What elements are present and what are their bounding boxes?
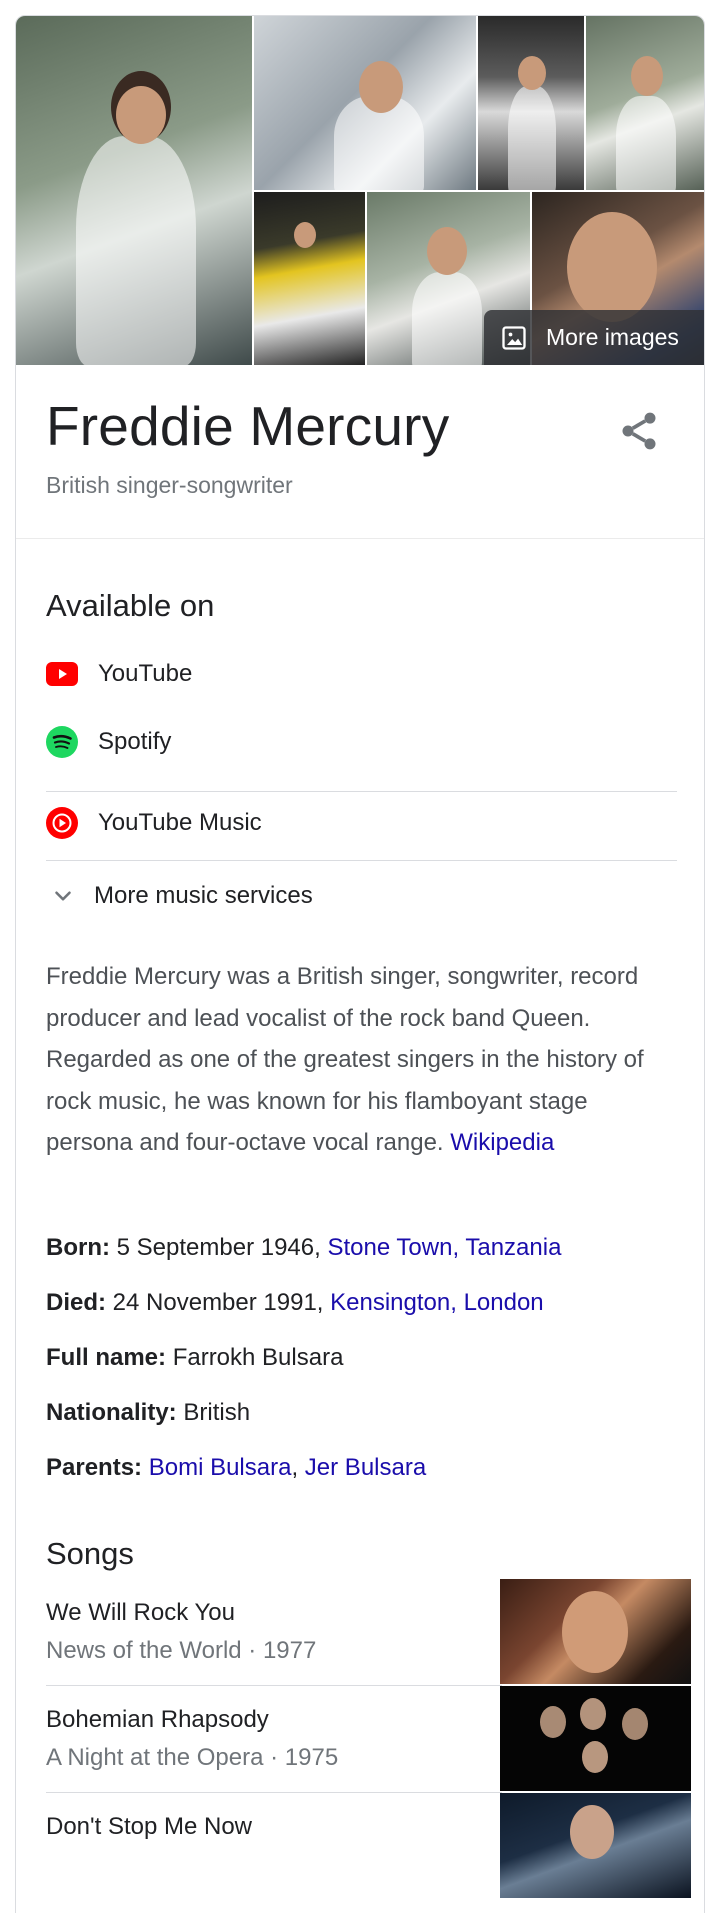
- fact-nationality: Nationality: British: [46, 1399, 250, 1427]
- image-icon: [502, 325, 526, 350]
- fact-born-label: Born:: [46, 1234, 110, 1261]
- song-thumbnail: [500, 1579, 691, 1684]
- fact-died-label: Died:: [46, 1289, 106, 1316]
- image-thumbnail-5[interactable]: [254, 192, 365, 365]
- entity-subtitle: British singer-songwriter: [46, 472, 293, 498]
- fact-died: Died: 24 November 1991, Kensington, Lond…: [46, 1289, 544, 1317]
- fact-parents: Parents: Bomi Bulsara, Jer Bulsara: [46, 1454, 427, 1481]
- fact-full-name-label: Full name:: [46, 1344, 167, 1371]
- youtube-icon: [46, 658, 78, 690]
- service-youtube-music-label: YouTube Music: [98, 809, 262, 836]
- more-images-label: More images: [546, 324, 679, 350]
- description-text: Freddie Mercury was a British singer, so…: [46, 963, 644, 1156]
- entity-description: Freddie Mercury was a British singer, so…: [46, 956, 666, 1164]
- share-icon[interactable]: [617, 409, 661, 453]
- fact-parents-label: Parents:: [46, 1454, 143, 1481]
- song-subtitle: A Night at the Opera · 1975: [46, 1744, 339, 1771]
- more-music-services-label: More music services: [94, 882, 313, 909]
- fact-nationality-label: Nationality:: [46, 1399, 177, 1426]
- wikipedia-link[interactable]: Wikipedia: [450, 1129, 554, 1156]
- song-thumbnail: [500, 1793, 691, 1898]
- image-thumbnail-3[interactable]: [478, 16, 584, 190]
- services-divider-2: [46, 860, 677, 861]
- parent-link-1[interactable]: Bomi Bulsara: [149, 1454, 292, 1481]
- service-spotify-label: Spotify: [98, 728, 172, 755]
- more-images-button[interactable]: More images: [484, 310, 704, 365]
- spotify-icon: [46, 726, 78, 758]
- available-on-heading: Available on: [46, 588, 215, 623]
- song-item[interactable]: We Will Rock You News of the World · 197…: [46, 1579, 691, 1686]
- image-thumbnail-1[interactable]: [16, 16, 252, 365]
- service-youtube-label: YouTube: [98, 660, 193, 687]
- image-thumbnail-2[interactable]: [254, 16, 476, 190]
- song-title: Don't Stop Me Now: [46, 1813, 253, 1840]
- service-youtube-music[interactable]: YouTube Music: [46, 793, 677, 853]
- image-collage: More images: [16, 16, 704, 365]
- fact-full-name-value: Farrokh Bulsara: [172, 1344, 344, 1371]
- more-music-services-button[interactable]: More music services: [46, 872, 313, 920]
- song-item[interactable]: Bohemian Rhapsody A Night at the Opera ·…: [46, 1686, 691, 1793]
- songs-heading: Songs: [46, 1536, 134, 1571]
- service-spotify[interactable]: Spotify: [46, 712, 677, 772]
- entity-title: Freddie Mercury: [46, 395, 450, 457]
- service-youtube[interactable]: YouTube: [46, 644, 677, 704]
- title-divider: [16, 538, 704, 539]
- fact-nationality-value: British: [183, 1399, 251, 1426]
- song-thumbnail: [500, 1686, 691, 1791]
- fact-died-place-link[interactable]: Kensington, London: [330, 1289, 544, 1316]
- song-title: Bohemian Rhapsody: [46, 1706, 269, 1733]
- fact-born-date: 5 September 1946,: [116, 1234, 321, 1261]
- image-thumbnail-4[interactable]: [586, 16, 704, 190]
- parent-link-2[interactable]: Jer Bulsara: [305, 1454, 426, 1481]
- youtube-music-icon: [46, 807, 78, 839]
- song-title: We Will Rock You: [46, 1599, 235, 1626]
- fact-born: Born: 5 September 1946, Stone Town, Tanz…: [46, 1234, 561, 1262]
- song-item[interactable]: Don't Stop Me Now: [46, 1793, 691, 1900]
- chevron-down-icon: [55, 891, 71, 901]
- fact-died-date: 24 November 1991,: [112, 1289, 324, 1316]
- fact-full-name: Full name: Farrokh Bulsara: [46, 1344, 343, 1372]
- knowledge-panel: More images Freddie Mercury British sing…: [15, 15, 705, 1913]
- services-divider: [46, 791, 677, 792]
- fact-born-place-link[interactable]: Stone Town, Tanzania: [327, 1234, 561, 1261]
- song-subtitle: News of the World · 1977: [46, 1637, 317, 1664]
